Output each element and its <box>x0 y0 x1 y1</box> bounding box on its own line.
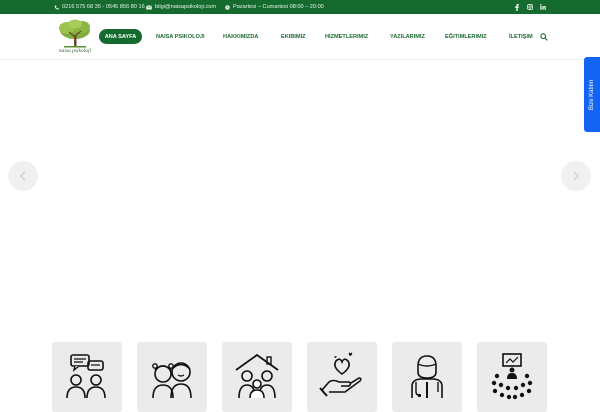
email-text: bilgi@naisapsikoloji.com <box>155 4 217 10</box>
service-card-psychologist[interactable] <box>392 342 462 412</box>
hero-slider <box>0 61 600 331</box>
service-card-seminar[interactable] <box>477 342 547 412</box>
nav-item-hizmetlerimiz[interactable]: HIZMETLERIMIZ <box>325 31 368 43</box>
working-hours: Pazartesi – Cumartesi 08:00 – 20:00 <box>225 0 324 14</box>
chevron-right-icon <box>573 171 579 181</box>
linkedin-icon[interactable] <box>537 0 549 14</box>
phone-contact[interactable]: 0216 575 68 35 - 0545 856 80 16 <box>54 0 145 14</box>
nav-item-ana-sayfa[interactable]: ANA SAYFA <box>99 29 142 44</box>
tree-logo-icon <box>59 19 90 48</box>
psychologist-icon <box>411 355 443 398</box>
counseling-chat-icon <box>66 354 106 399</box>
service-card-counseling[interactable] <box>52 342 122 412</box>
nav-item-ekibimiz[interactable]: EKIBIMIZ <box>281 31 306 43</box>
site-logo[interactable]: naisa psikoloji <box>54 19 96 55</box>
slider-prev-button[interactable] <box>8 161 38 191</box>
family-home-icon <box>235 353 279 399</box>
email-contact[interactable]: bilgi@naisapsikoloji.com <box>146 0 216 14</box>
chevron-left-icon <box>20 171 26 181</box>
service-card-family[interactable] <box>222 342 292 412</box>
nav-item-naisa-psikoloji[interactable]: NAISA PSIKOLOJI <box>156 31 205 43</box>
slider-next-button[interactable] <box>561 161 591 191</box>
clock-icon <box>225 4 230 10</box>
join-us-label: Bize Katılın <box>589 79 595 110</box>
nav-item-egitimlerimiz[interactable]: EĞITIMLERIMIZ <box>445 31 487 43</box>
join-us-tab[interactable]: Bize Katılın <box>584 57 600 132</box>
phone-icon <box>54 5 59 10</box>
nav-item-hakkimizda[interactable]: HAKKIMIZDA <box>223 31 258 43</box>
hours-text: Pazartesi – Cumartesi 08:00 – 20:00 <box>233 4 324 10</box>
search-icon[interactable] <box>540 33 548 41</box>
envelope-icon <box>146 4 152 9</box>
nav-item-yazilarimiz[interactable]: YAZILARIMIZ <box>390 31 425 43</box>
seminar-audience-icon <box>491 353 533 400</box>
service-card-children[interactable] <box>137 342 207 412</box>
service-card-care[interactable] <box>307 342 377 412</box>
facebook-icon[interactable] <box>511 0 523 14</box>
phone-text: 0216 575 68 35 - 0545 856 80 16 <box>62 4 145 10</box>
instagram-icon[interactable] <box>524 0 536 14</box>
children-icon <box>152 362 192 399</box>
nav-item-iletisim[interactable]: İLETIŞIM <box>509 31 533 43</box>
site-header: naisa psikoloji ANA SAYFA NAISA PSIKOLOJ… <box>0 14 600 60</box>
top-bar: 0216 575 68 35 - 0545 856 80 16 bilgi@na… <box>0 0 600 14</box>
heart-hand-icon <box>319 352 362 397</box>
logo-text: naisa psikoloji <box>58 48 92 54</box>
